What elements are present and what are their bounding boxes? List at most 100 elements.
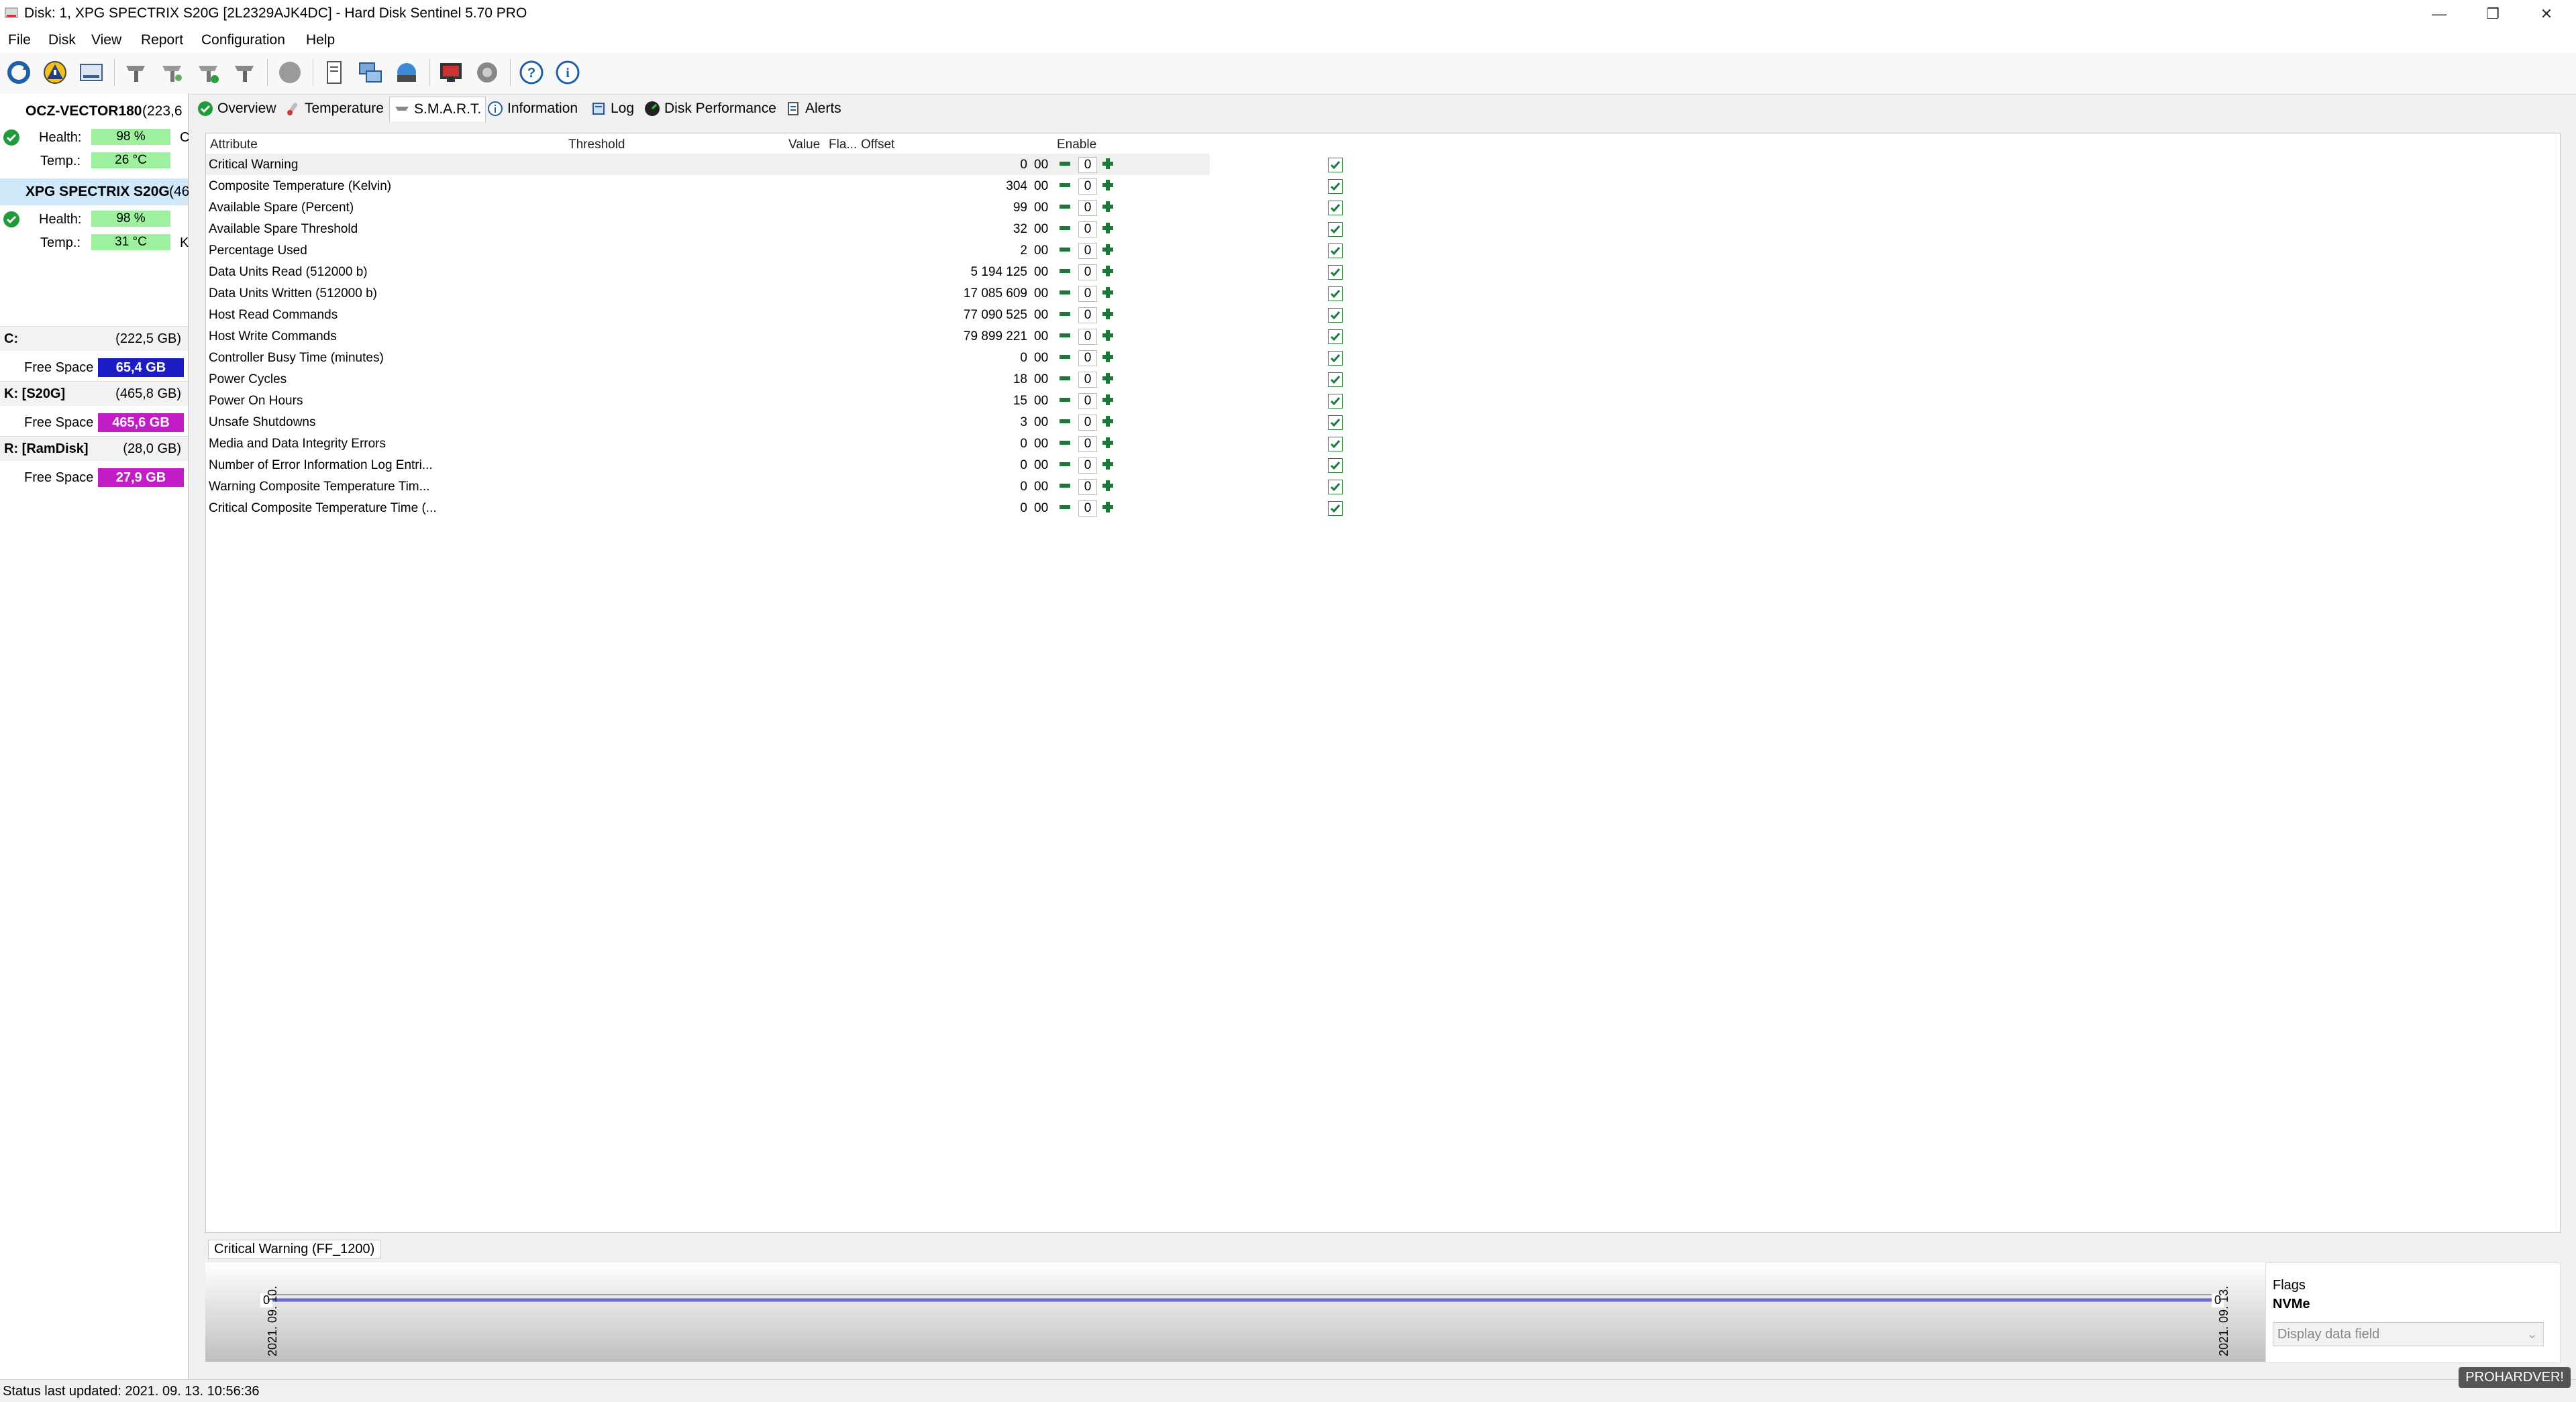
tab-disk-performance[interactable]: Disk Performance	[644, 97, 776, 121]
offset-input[interactable]: 0	[1078, 329, 1097, 345]
offset-input[interactable]: 0	[1078, 393, 1097, 409]
decrease-offset-button[interactable]	[1058, 372, 1072, 385]
volume-c[interactable]: C: (222,5 GB)	[0, 326, 188, 351]
increase-offset-button[interactable]	[1101, 479, 1115, 492]
offset-input[interactable]: 0	[1078, 415, 1097, 431]
table-row[interactable]: Host Read Commands 77 090 525 00 0	[206, 304, 1343, 325]
increase-offset-button[interactable]	[1101, 221, 1115, 235]
table-row[interactable]: Available Spare Threshold 32 00 0	[206, 218, 1343, 239]
increase-offset-button[interactable]	[1101, 307, 1115, 321]
menu-view[interactable]: View	[91, 32, 121, 48]
menu-help[interactable]: Help	[306, 32, 335, 48]
minimize-button[interactable]: —	[2409, 0, 2469, 28]
tab-smart[interactable]: S.M.A.R.T.	[389, 97, 486, 121]
enable-checkbox[interactable]	[1328, 501, 1343, 516]
increase-offset-button[interactable]	[1101, 457, 1115, 471]
tab-overview[interactable]: Overview	[197, 97, 276, 121]
table-row[interactable]: Composite Temperature (Kelvin) 304 00 0	[206, 175, 1343, 197]
decrease-offset-button[interactable]	[1058, 286, 1072, 299]
enable-checkbox[interactable]	[1328, 308, 1343, 323]
decrease-offset-button[interactable]	[1058, 415, 1072, 428]
enable-checkbox[interactable]	[1328, 351, 1343, 366]
col-flags[interactable]: Fla...	[829, 138, 857, 152]
table-row[interactable]: Data Units Written (512000 b) 17 085 609 0…	[206, 282, 1343, 304]
close-button[interactable]: ✕	[2516, 0, 2576, 28]
decrease-offset-button[interactable]	[1058, 436, 1072, 449]
disk-check-icon[interactable]	[192, 56, 224, 89]
tab-alerts[interactable]: Alerts	[785, 97, 841, 121]
table-row[interactable]: Available Spare (Percent) 99 00 0	[206, 197, 1343, 218]
increase-offset-button[interactable]	[1101, 415, 1115, 428]
remote-icon[interactable]	[391, 56, 423, 89]
tab-log[interactable]: Log	[590, 97, 634, 121]
increase-offset-button[interactable]	[1101, 500, 1115, 514]
col-enable[interactable]: Enable	[1057, 138, 1096, 152]
table-row[interactable]: Warning Composite Temperature Tim... 0 00 0	[206, 476, 1343, 497]
increase-offset-button[interactable]	[1101, 393, 1115, 407]
network-icon[interactable]	[354, 56, 387, 89]
enable-checkbox[interactable]	[1328, 201, 1343, 215]
increase-offset-button[interactable]	[1101, 157, 1115, 170]
offset-input[interactable]: 0	[1078, 307, 1097, 323]
restore-button[interactable]: ❐	[2463, 0, 2523, 28]
blank-icon[interactable]	[274, 56, 306, 89]
disk-item-ocz-vector180[interactable]: OCZ-VECTOR180 (223,6	[0, 98, 188, 125]
enable-checkbox[interactable]	[1328, 265, 1343, 280]
enable-checkbox[interactable]	[1328, 329, 1343, 344]
increase-offset-button[interactable]	[1101, 200, 1115, 213]
decrease-offset-button[interactable]	[1058, 264, 1072, 278]
enable-checkbox[interactable]	[1328, 415, 1343, 430]
tab-information[interactable]: Information	[487, 97, 578, 121]
decrease-offset-button[interactable]	[1058, 221, 1072, 235]
offset-input[interactable]: 0	[1078, 178, 1097, 195]
disk-item-xpg-spectrix-s20g[interactable]: XPG SPECTRIX S20G (46	[0, 178, 189, 205]
menu-disk[interactable]: Disk	[48, 32, 76, 48]
increase-offset-button[interactable]	[1101, 350, 1115, 364]
col-value[interactable]: Value	[788, 138, 820, 152]
enable-checkbox[interactable]	[1328, 458, 1343, 473]
table-row[interactable]: Unsafe Shutdowns 3 00 0	[206, 411, 1343, 433]
offset-input[interactable]: 0	[1078, 436, 1097, 452]
table-row[interactable]: Percentage Used 2 00 0	[206, 239, 1343, 261]
offset-input[interactable]: 0	[1078, 243, 1097, 259]
disk-tools-icon[interactable]	[156, 56, 188, 89]
enable-checkbox[interactable]	[1328, 179, 1343, 194]
menu-file[interactable]: File	[8, 32, 31, 48]
offset-input[interactable]: 0	[1078, 221, 1097, 237]
settings-monitor-icon[interactable]	[435, 56, 467, 89]
enable-checkbox[interactable]	[1328, 372, 1343, 387]
disk-drive-icon[interactable]	[75, 56, 107, 89]
volume-k[interactable]: K: [S20G] (465,8 GB)	[0, 381, 188, 406]
table-row[interactable]: Critical Warning 0 00 0	[206, 154, 1343, 175]
decrease-offset-button[interactable]	[1058, 457, 1072, 471]
enable-checkbox[interactable]	[1328, 286, 1343, 301]
enable-checkbox[interactable]	[1328, 222, 1343, 237]
offset-input[interactable]: 0	[1078, 200, 1097, 216]
increase-offset-button[interactable]	[1101, 243, 1115, 256]
table-row[interactable]: Controller Busy Time (minutes) 0 00 0	[206, 347, 1343, 368]
table-row[interactable]: Power Cycles 18 00 0	[206, 368, 1343, 390]
table-row[interactable]: Host Write Commands 79 899 221 00 0	[206, 325, 1343, 347]
enable-checkbox[interactable]	[1328, 480, 1343, 494]
increase-offset-button[interactable]	[1101, 372, 1115, 385]
decrease-offset-button[interactable]	[1058, 500, 1072, 514]
refresh-icon[interactable]	[3, 56, 35, 89]
menu-configuration[interactable]: Configuration	[201, 32, 285, 48]
increase-offset-button[interactable]	[1101, 178, 1115, 192]
col-attribute[interactable]: Attribute	[210, 138, 258, 152]
decrease-offset-button[interactable]	[1058, 329, 1072, 342]
decrease-offset-button[interactable]	[1058, 243, 1072, 256]
display-data-field-dropdown[interactable]: Display data field ⌄	[2273, 1322, 2544, 1346]
enable-checkbox[interactable]	[1328, 158, 1343, 172]
decrease-offset-button[interactable]	[1058, 350, 1072, 364]
menu-report[interactable]: Report	[141, 32, 183, 48]
decrease-offset-button[interactable]	[1058, 393, 1072, 407]
help-icon[interactable]: ?	[515, 56, 548, 89]
decrease-offset-button[interactable]	[1058, 200, 1072, 213]
table-row[interactable]: Data Units Read (512000 b) 5 194 125 00 0	[206, 261, 1343, 282]
table-row[interactable]: Media and Data Integrity Errors 0 00 0	[206, 433, 1343, 454]
offset-input[interactable]: 0	[1078, 500, 1097, 517]
info-icon[interactable]: i	[552, 56, 584, 89]
col-offset[interactable]: Offset	[861, 138, 894, 152]
decrease-offset-button[interactable]	[1058, 307, 1072, 321]
